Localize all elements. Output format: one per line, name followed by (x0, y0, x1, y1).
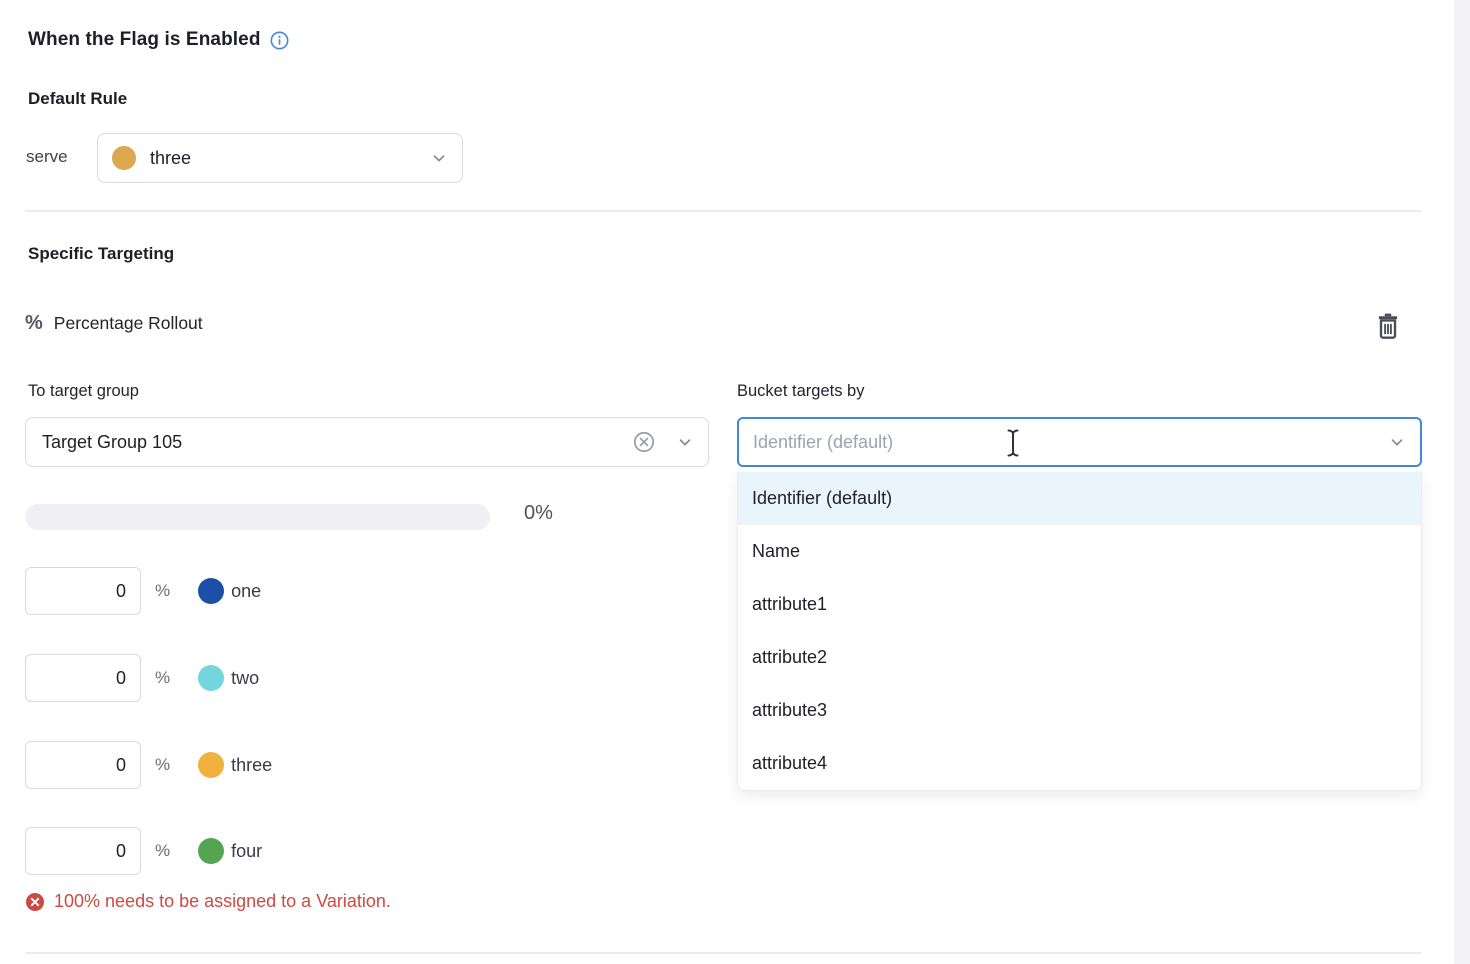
target-group-select[interactable]: Target Group 105 (25, 417, 709, 467)
specific-targeting-label: Specific Targeting (28, 244, 174, 264)
bucket-targets-input[interactable] (753, 432, 1388, 453)
info-icon[interactable] (270, 31, 289, 50)
delete-rule-button[interactable] (1370, 308, 1406, 344)
variation-color-dot (198, 665, 224, 691)
default-rule-label: Default Rule (28, 89, 127, 109)
variation-weight-input-three[interactable] (25, 741, 141, 789)
rollout-progress-label: 0% (524, 502, 553, 525)
variation-weight-row: % four (25, 827, 445, 875)
percentage-rollout-title: Percentage Rollout (54, 313, 203, 334)
variation-weight-input-one[interactable] (25, 567, 141, 615)
percent-unit-label: % (155, 755, 170, 775)
variation-weight-row: % three (25, 741, 445, 789)
serve-selected-value: three (150, 148, 191, 169)
error-icon (25, 892, 45, 912)
menu-item-attribute3[interactable]: attribute3 (738, 684, 1421, 737)
page-title: When the Flag is Enabled (28, 29, 261, 51)
variation-name-label: one (231, 581, 261, 602)
bucket-options-menu: Identifier (default) Name attribute1 att… (737, 472, 1422, 791)
menu-item-name[interactable]: Name (738, 525, 1421, 578)
variation-name-label: four (231, 841, 262, 862)
bucket-targets-label: Bucket targets by (737, 382, 864, 401)
percentage-rollout-header: % Percentage Rollout (25, 312, 203, 335)
variation-name-label: two (231, 668, 259, 689)
variation-color-dot (198, 578, 224, 604)
percent-unit-label: % (155, 668, 170, 688)
variation-color-dot (198, 838, 224, 864)
target-group-value: Target Group 105 (42, 432, 182, 453)
variation-color-dot (198, 752, 224, 778)
menu-item-attribute4[interactable]: attribute4 (738, 737, 1421, 790)
section-divider (25, 210, 1422, 212)
section-divider (25, 952, 1422, 954)
percent-icon: % (25, 312, 43, 335)
menu-item-attribute2[interactable]: attribute2 (738, 631, 1421, 684)
variation-color-dot (112, 146, 136, 170)
menu-item-identifier-default[interactable]: Identifier (default) (738, 472, 1421, 525)
variation-weight-input-two[interactable] (25, 654, 141, 702)
page-background-gutter (1454, 0, 1470, 964)
validation-error: 100% needs to be assigned to a Variation… (25, 891, 391, 912)
rollout-progress-bar (25, 504, 490, 530)
trash-icon (1375, 312, 1401, 340)
variation-weight-input-four[interactable] (25, 827, 141, 875)
variation-weight-row: % two (25, 654, 445, 702)
variation-name-label: three (231, 755, 272, 776)
chevron-down-icon (430, 149, 448, 167)
target-group-label: To target group (28, 382, 139, 401)
clear-selection-icon[interactable] (632, 430, 656, 454)
variation-weight-row: % one (25, 567, 445, 615)
bucket-targets-combobox[interactable] (737, 417, 1422, 467)
menu-item-attribute1[interactable]: attribute1 (738, 578, 1421, 631)
serve-variation-select[interactable]: three (97, 133, 463, 183)
serve-label: serve (26, 147, 68, 167)
error-message: 100% needs to be assigned to a Variation… (54, 891, 391, 912)
section-header: When the Flag is Enabled (28, 29, 289, 51)
text-cursor-icon (1005, 428, 1021, 458)
chevron-down-icon (676, 433, 694, 451)
flag-targeting-panel: When the Flag is Enabled Default Rule se… (0, 0, 1470, 964)
percent-unit-label: % (155, 841, 170, 861)
percent-unit-label: % (155, 581, 170, 601)
chevron-down-icon (1388, 433, 1406, 451)
